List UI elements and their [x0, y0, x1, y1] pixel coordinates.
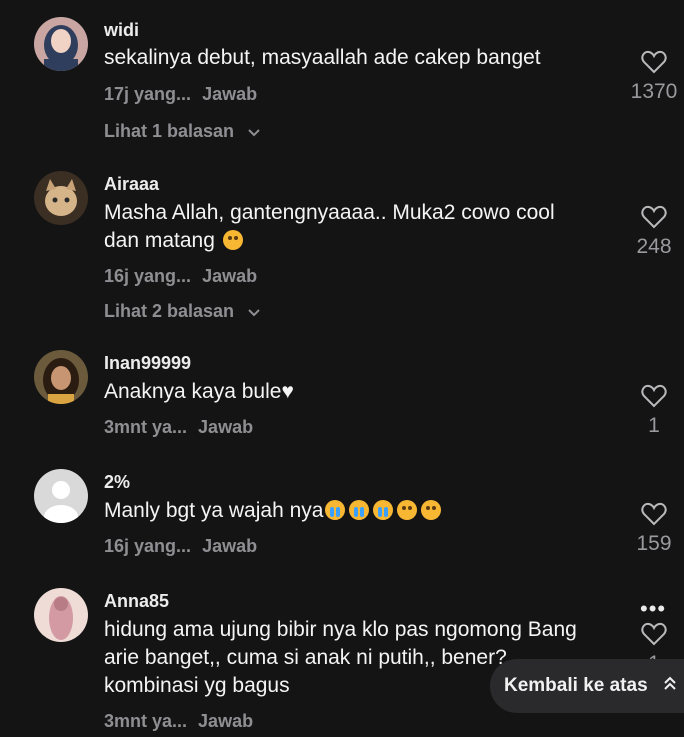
comment-time: 3mnt ya... — [104, 417, 188, 437]
comment-text-line: dan matang — [104, 229, 215, 252]
avatar[interactable] — [34, 588, 88, 642]
like-count: 248 — [636, 235, 672, 258]
reply-button[interactable]: Jawab — [202, 536, 257, 556]
reply-button[interactable]: Jawab — [198, 711, 253, 731]
comment-text-line: kombinasi yg bagus — [104, 674, 290, 697]
heart-icon[interactable] — [624, 50, 684, 74]
like-group: 248 — [624, 205, 684, 259]
view-replies-button[interactable]: Lihat 2 balasan — [104, 301, 261, 323]
comment-meta: 16j yang... Jawab — [104, 266, 257, 287]
chevron-down-icon — [247, 302, 261, 323]
comment-text-line: arie banget,, cuma si anak ni putih,, be… — [104, 646, 507, 669]
comment-text-line: Masha Allah, gantengnyaaaa.. Muka2 cowo … — [104, 201, 555, 224]
like-group: 159 — [624, 502, 684, 556]
comment-time: 16j yang... — [104, 266, 192, 286]
view-replies-label: Lihat 2 balasan — [104, 301, 235, 321]
like-group: 1370 — [624, 50, 684, 104]
comment-username[interactable]: widi — [104, 20, 139, 41]
comment-time: 3mnt ya... — [104, 711, 188, 731]
comment-meta: 3mnt ya... Jawab — [104, 711, 253, 732]
back-to-top-button[interactable]: Kembali ke atas — [490, 659, 684, 713]
avatar[interactable] — [34, 171, 88, 225]
comment-username[interactable]: 2% — [104, 472, 130, 493]
like-count: 159 — [636, 532, 672, 555]
comment-text: Masha Allah, gantengnyaaaa.. Muka2 cowo … — [104, 199, 614, 255]
more-options-icon[interactable]: ••• — [640, 596, 666, 622]
comment-username[interactable]: Anna85 — [104, 591, 169, 612]
comment-username[interactable]: Airaaa — [104, 174, 159, 195]
comment-meta: 17j yang... Jawab — [104, 84, 257, 105]
comment-meta: 16j yang... Jawab — [104, 536, 257, 557]
laughing-emoji-icon — [397, 500, 418, 520]
view-replies-label: Lihat 1 balasan — [104, 121, 235, 141]
comment-text: Manly bgt ya wajah nya — [104, 497, 614, 525]
avatar[interactable] — [34, 17, 88, 71]
crying-emoji-icon — [349, 500, 370, 520]
like-count: 1370 — [630, 80, 678, 103]
comment-time: 17j yang... — [104, 84, 192, 104]
heart-icon[interactable] — [624, 205, 684, 229]
comment-text: sekalinya debut, masyaallah ade cakep ba… — [104, 46, 541, 69]
avatar[interactable] — [34, 350, 88, 404]
reply-button[interactable]: Jawab — [202, 266, 257, 286]
view-replies-button[interactable]: Lihat 1 balasan — [104, 121, 261, 143]
like-count: 1 — [648, 414, 660, 437]
comment-time: 16j yang... — [104, 536, 192, 556]
chevron-down-icon — [247, 122, 261, 143]
comment-meta: 3mnt ya... Jawab — [104, 417, 253, 438]
heart-icon[interactable] — [624, 502, 684, 526]
like-group: 1 — [624, 384, 684, 438]
heart-icon[interactable] — [624, 622, 684, 646]
comment-text: Anaknya kaya bule♥ — [104, 380, 294, 403]
comment-username[interactable]: Inan99999 — [104, 353, 191, 374]
back-to-top-label: Kembali ke atas — [504, 675, 648, 697]
laughing-emoji-icon — [421, 500, 442, 520]
double-chevron-up-icon — [663, 659, 677, 713]
laughing-emoji-icon — [222, 230, 243, 250]
reply-button[interactable]: Jawab — [202, 84, 257, 104]
avatar[interactable] — [34, 469, 88, 523]
heart-icon[interactable] — [624, 384, 684, 408]
comment-text-line: hidung ama ujung bibir nya klo pas ngomo… — [104, 618, 577, 641]
crying-emoji-icon — [373, 500, 394, 520]
comment-text-line: Manly bgt ya wajah nya — [104, 499, 324, 522]
crying-emoji-icon — [325, 500, 346, 520]
reply-button[interactable]: Jawab — [198, 417, 253, 437]
